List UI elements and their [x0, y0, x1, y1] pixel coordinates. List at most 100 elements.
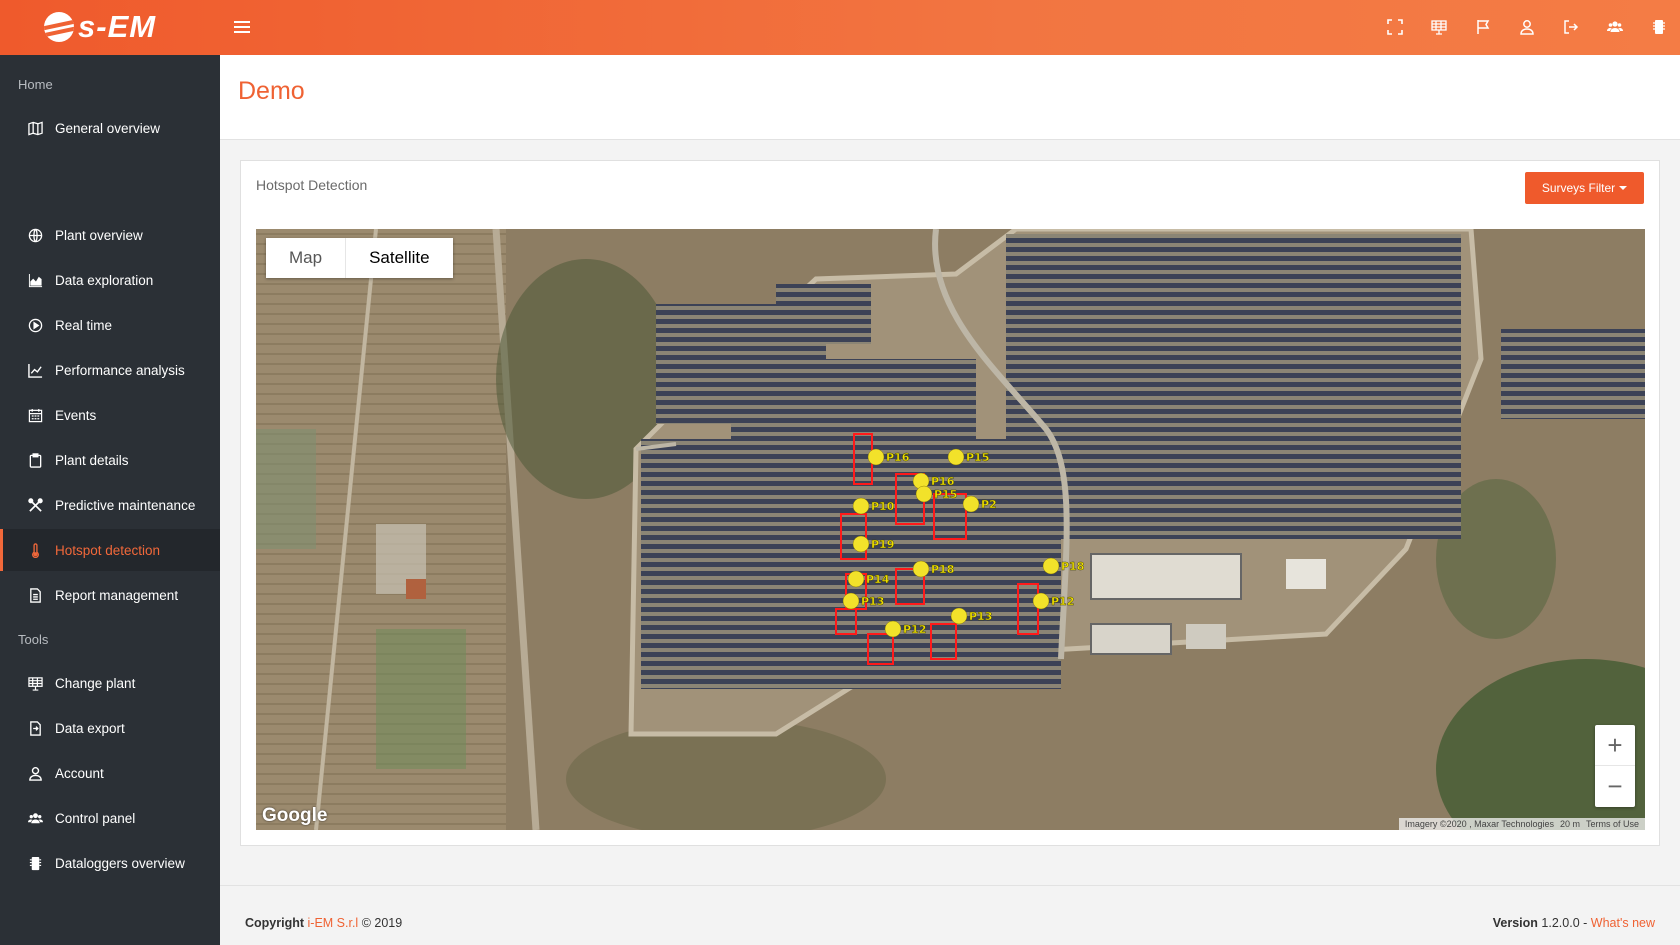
sidebar-item-report-management[interactable]: Report management [0, 574, 220, 616]
svg-text:P18: P18 [931, 563, 954, 576]
sidebar-item-plant-details[interactable]: Plant details [0, 439, 220, 481]
marker-P16-b[interactable]: P16 [912, 472, 955, 490]
map-icon [27, 120, 43, 136]
marker-P16-a[interactable]: P16 [867, 448, 910, 466]
sidebar-item-predictive-maintenance[interactable]: Predictive maintenance [0, 484, 220, 526]
sidebar-item-performance-analysis[interactable]: Performance analysis [0, 349, 220, 391]
svg-text:P2: P2 [981, 498, 997, 511]
caret-down-icon [1619, 186, 1628, 190]
version-number: 1.2.0.0 - [1541, 916, 1588, 930]
marker-P15-a[interactable]: P15 [947, 448, 990, 466]
marker-P14[interactable]: P14 [847, 570, 890, 588]
imagery-credit: Imagery ©2020 , Maxar Technologies [1404, 819, 1554, 829]
sidebar-item-label: Real time [55, 317, 113, 333]
copyright: Copyright i-EM S.r.l © 2019 [245, 916, 402, 930]
marker-P19[interactable]: P19 [852, 535, 895, 553]
line-chart-icon [27, 362, 43, 378]
copyright-prefix: Copyright [245, 916, 305, 930]
sidebar-item-label: Report management [55, 587, 179, 603]
sidebar-item-control-panel[interactable]: Control panel [0, 797, 220, 839]
svg-text:P19: P19 [871, 538, 894, 551]
hotspot-detection-card: Hotspot Detection Surveys Filter P16 P15… [240, 160, 1660, 846]
top-icon-bar [1362, 16, 1670, 38]
zoom-in-button[interactable]: + [1595, 725, 1635, 766]
scale-label: 20 m [1559, 819, 1580, 829]
sidebar-item-account[interactable]: Account [0, 752, 220, 794]
sidebar-item-label: Events [55, 407, 97, 423]
company-link[interactable]: i-EM S.r.l [308, 916, 359, 930]
sidebar-item-plant-overview[interactable]: Plant overview [0, 214, 220, 256]
sidebar-item-label: Hotspot detection [55, 542, 161, 558]
marker-P10[interactable]: P10 [852, 497, 895, 515]
sidebar-item-change-plant[interactable]: Change plant [0, 662, 220, 704]
datalogger-icon [27, 855, 43, 871]
marker-P15-b[interactable]: P15 [915, 485, 958, 503]
sidebar-item-real-time[interactable]: Real time [0, 304, 220, 346]
user-icon[interactable] [1516, 16, 1538, 38]
sidebar-item-label: Account [55, 765, 104, 781]
calendar-icon [27, 407, 43, 423]
sidebar-section-tools: Tools [18, 632, 49, 647]
sidebar-item-label: General overview [55, 120, 161, 136]
map-type-toggle: Map Satellite [266, 238, 453, 278]
svg-text:P15: P15 [934, 488, 957, 501]
sidebar-item-data-export[interactable]: Data export [0, 707, 220, 749]
map-type-map[interactable]: Map [266, 238, 345, 278]
svg-text:P13: P13 [969, 610, 992, 623]
svg-text:P13: P13 [861, 595, 884, 608]
menu-toggle-icon[interactable] [234, 18, 250, 36]
logout-icon[interactable] [1560, 16, 1582, 38]
terms-link[interactable]: Terms of Use [1586, 819, 1639, 829]
sidebar-item-events[interactable]: Events [0, 394, 220, 436]
datalogger-icon[interactable] [1648, 16, 1670, 38]
surveys-filter-label: Surveys Filter [1541, 181, 1616, 195]
marker-P13-b[interactable]: P13 [950, 607, 993, 625]
sidebar-item-data-exploration[interactable]: Data exploration [0, 259, 220, 301]
map-type-satellite[interactable]: Satellite [345, 238, 452, 278]
users-icon [27, 810, 43, 826]
svg-text:P16: P16 [931, 475, 955, 488]
globe-icon [27, 227, 43, 243]
marker-P12-a[interactable]: P12 [1032, 592, 1075, 610]
flag-icon[interactable] [1472, 16, 1494, 38]
zoom-control: + − [1595, 725, 1635, 807]
sidebar-item-label: Data export [55, 720, 125, 736]
top-bar: s-EM [0, 0, 1680, 55]
logo-mark-icon [44, 12, 74, 42]
marker-P2[interactable]: P2 [962, 495, 997, 513]
sidebar-item-label: Dataloggers overview [55, 855, 185, 871]
fullscreen-icon[interactable] [1384, 16, 1406, 38]
whats-new-link[interactable]: What's new [1591, 916, 1655, 930]
sidebar-item-label: Data exploration [55, 272, 154, 288]
marker-P18-a[interactable]: P18 [912, 560, 955, 578]
footer: Copyright i-EM S.r.l © 2019 Version 1.2.… [220, 885, 1680, 945]
svg-text:P18: P18 [1061, 560, 1084, 573]
zoom-out-button[interactable]: − [1595, 766, 1635, 807]
google-logo: Google [262, 805, 328, 826]
marker-P13-a[interactable]: P13 [842, 592, 885, 610]
app-logo[interactable]: s-EM [44, 9, 156, 44]
svg-text:P10: P10 [871, 500, 895, 513]
surveys-filter-button[interactable]: Surveys Filter [1525, 172, 1644, 204]
card-title: Hotspot Detection [256, 177, 368, 193]
sidebar-item-label: Plant overview [55, 227, 143, 243]
plant-grid-icon[interactable] [1428, 16, 1450, 38]
play-circle-icon [27, 317, 43, 333]
sidebar-item-hotspot-detection[interactable]: Hotspot detection [0, 529, 220, 571]
sidebar-item-label: Change plant [55, 675, 136, 691]
hotspot-markers: P16 P15 P16 P15 P10 P2 P19 P18 P18 P14 P… [842, 448, 1085, 638]
map-attribution: Imagery ©2020 , Maxar Technologies 20 m … [1398, 818, 1645, 830]
svg-text:P12: P12 [1051, 595, 1074, 608]
marker-P18-b[interactable]: P18 [1042, 557, 1085, 575]
sidebar-item-dataloggers-overview[interactable]: Dataloggers overview [0, 842, 220, 884]
sidebar-item-label: Predictive maintenance [55, 497, 196, 513]
svg-text:P14: P14 [866, 573, 890, 586]
sidebar-item-general-overview[interactable]: General overview [0, 107, 220, 149]
satellite-map[interactable]: P16 P15 P16 P15 P10 P2 P19 P18 P18 P14 P… [256, 229, 1645, 830]
version-info: Version 1.2.0.0 - What's new [1493, 916, 1655, 930]
svg-text:P15: P15 [966, 451, 989, 464]
sidebar-section-home: Home [18, 77, 53, 92]
page-header: Demo [220, 55, 1680, 140]
marker-P12-b[interactable]: P12 [884, 620, 927, 638]
users-icon[interactable] [1604, 16, 1626, 38]
